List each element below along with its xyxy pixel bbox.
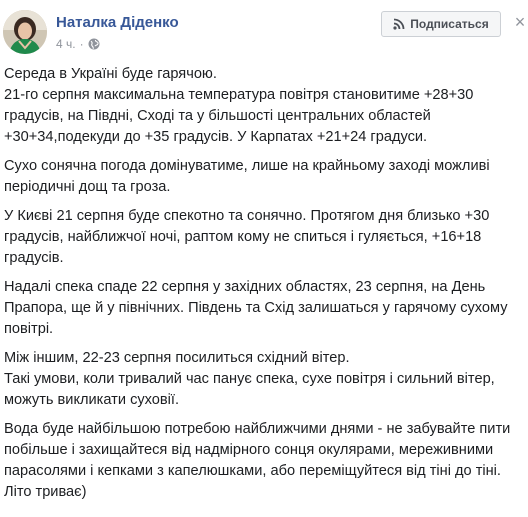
- post-paragraph: Вода буде найбільшою потребою найближчим…: [4, 421, 511, 500]
- post-paragraph: Між іншим, 22-23 серпня посилиться східн…: [4, 350, 495, 408]
- avatar[interactable]: [3, 10, 47, 54]
- post-body: Середа в Україні буде гарячою. 21-го сер…: [4, 64, 526, 511]
- post-paragraph: Сухо сонячна погода домінуватиме, лише н…: [4, 158, 490, 195]
- subscribe-button[interactable]: Подписаться: [381, 11, 501, 37]
- post-paragraph: Надалі спека спаде 22 серпня у західних …: [4, 279, 508, 337]
- post-header: Наталка Діденко 4 ч. · Подписаться ×: [0, 0, 528, 64]
- post-paragraph: Середа в Україні буде гарячою. 21-го сер…: [4, 66, 474, 145]
- subscribe-label: Подписаться: [410, 17, 489, 31]
- post-paragraph: У Києві 21 серпня буде спекотно та соняч…: [4, 208, 490, 266]
- author-name[interactable]: Наталка Діденко: [56, 14, 179, 31]
- avatar-image: [3, 10, 47, 54]
- globe-icon: [88, 38, 100, 50]
- close-icon[interactable]: ×: [513, 12, 527, 32]
- post-meta: 4 ч. ·: [56, 37, 100, 51]
- post-time[interactable]: 4 ч.: [56, 37, 76, 51]
- meta-separator: ·: [79, 37, 84, 51]
- rss-icon: [393, 18, 405, 30]
